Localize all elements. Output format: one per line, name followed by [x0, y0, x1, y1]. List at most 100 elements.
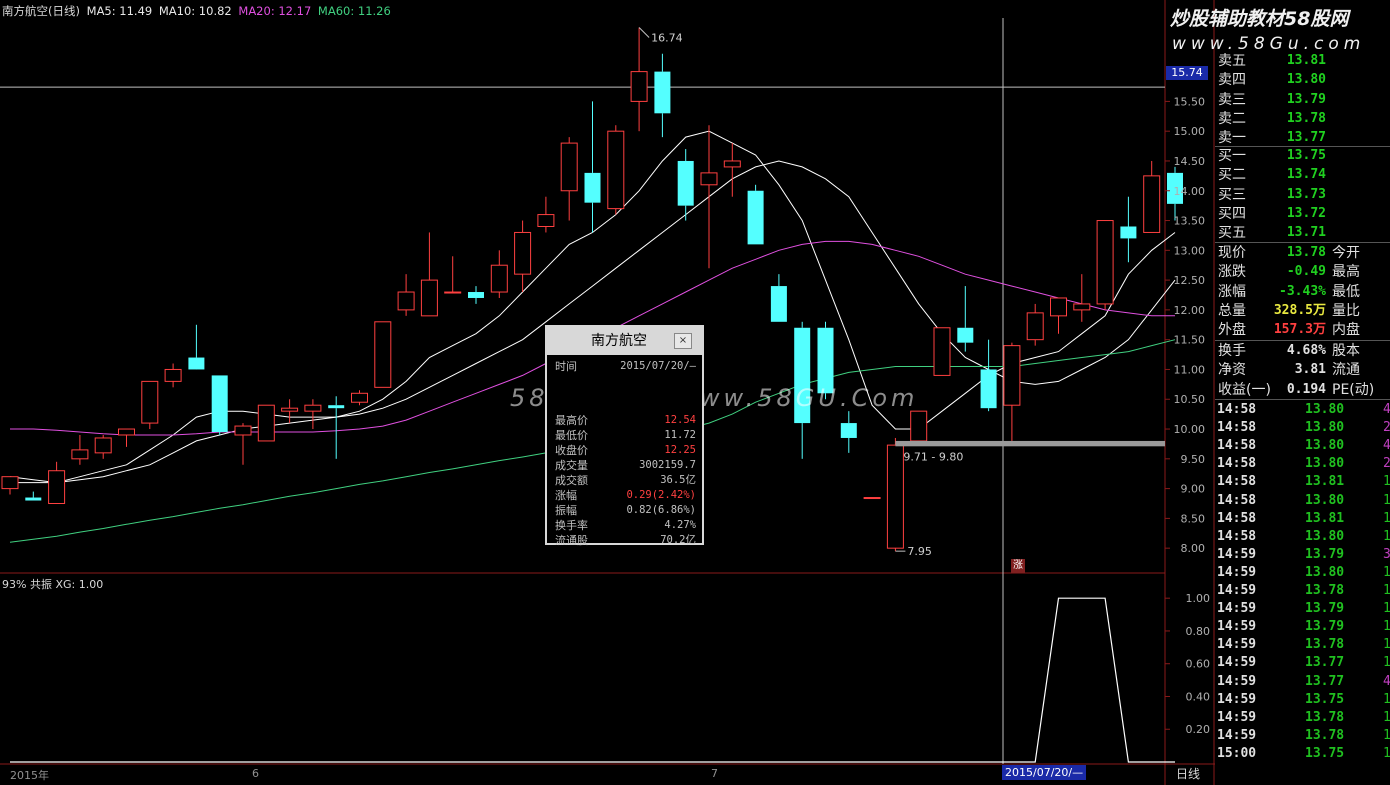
high-marker-line: [638, 27, 650, 38]
ask-price: 13.77: [1286, 130, 1326, 146]
tick-row: 14:59 13.79 1: [1215, 618, 1390, 636]
popup-row: 时间 2015/07/20/—: [547, 359, 702, 374]
popup-row-value: 3002159.7: [639, 459, 696, 471]
quote-divider: [1215, 399, 1390, 400]
tick-volume: 2: [1383, 420, 1390, 436]
candle-body-up: [910, 410, 928, 442]
popup-row: 成交额 36.5亿: [547, 473, 702, 488]
popup-close-button[interactable]: ×: [674, 333, 692, 349]
tick-price: 13.79: [1305, 619, 1345, 635]
candle-body-up: [514, 231, 532, 275]
tick-volume: 4: [1383, 402, 1390, 417]
tick-time: 14:58: [1217, 438, 1257, 454]
bid-label: 买四: [1218, 205, 1246, 222]
bid-row: 买一 13.75: [1215, 147, 1390, 165]
candle-body-down: [770, 286, 787, 322]
stat-label-secondary: 股本: [1332, 343, 1360, 359]
tick-row: 14:59 13.75 1: [1215, 691, 1390, 709]
period-button[interactable]: 日线: [1176, 765, 1200, 782]
ma5-label: MA5: 11.49: [86, 4, 153, 18]
tick-time: 14:58: [1217, 474, 1257, 490]
stat-label: 换手: [1218, 343, 1246, 359]
price-tick-label: 8.00: [1181, 542, 1206, 555]
popup-row: 流通股 70.2亿: [547, 533, 702, 548]
candle-body-up: [886, 444, 904, 549]
candle-body-down: [328, 405, 345, 409]
candle-body-up: [118, 428, 135, 436]
gap-label: 9.71 - 9.80: [903, 450, 963, 463]
popup-row-label: 时间: [555, 360, 577, 373]
stat-row: 涨幅 -3.43% 最低: [1215, 283, 1390, 301]
bar-info-popup[interactable]: 南方航空 × 时间 2015/07/20/— 最高价 12.54 最低价 11.72 收盘价…: [545, 325, 704, 548]
ask-price: 13.81: [1286, 53, 1326, 68]
xaxis-label-june: 6: [252, 767, 259, 780]
tick-time: 14:59: [1217, 583, 1257, 598]
ask-label: 卖五: [1218, 53, 1246, 69]
tick-price: 13.80: [1305, 420, 1345, 436]
tick-time: 15:00: [1217, 745, 1257, 761]
tick-price: 13.80: [1305, 438, 1345, 454]
stat-label-secondary: 流通: [1332, 362, 1360, 379]
stat-row: 净资 3.81 流通: [1215, 361, 1390, 379]
stat-value: 157.3万: [1273, 322, 1326, 338]
tick-price: 13.78: [1305, 583, 1345, 598]
candle-body-up: [420, 279, 438, 317]
candle-body-up: [304, 404, 322, 412]
tick-row: 14:58 13.81 1: [1215, 473, 1390, 491]
tick-row: 14:59 13.77 4: [1215, 673, 1390, 691]
tick-time: 14:58: [1217, 420, 1257, 436]
price-tick-label: 9.50: [1181, 453, 1206, 466]
stock-title[interactable]: 南方航空(日线): [2, 4, 80, 18]
stat-label-secondary: 今开: [1332, 245, 1360, 261]
gap-band: [895, 440, 1165, 447]
popup-row-label: 成交额: [555, 474, 588, 487]
stat-value: 3.81: [1294, 362, 1326, 378]
stat-label-secondary: 量比: [1332, 302, 1360, 319]
popup-row-label: 流通股: [555, 534, 588, 547]
stat-label: 涨幅: [1218, 283, 1246, 300]
cursor-date-label: 2015/07/20/—: [1002, 765, 1087, 780]
popup-row: 换手率 4.27%: [547, 518, 702, 533]
stat-label-secondary: 最低: [1332, 283, 1360, 300]
quote-panel: 卖五 13.81 卖四 13.80 卖三 13.79 卖二 13.78 卖一 13.77 买一 13.…: [1215, 0, 1390, 785]
tick-time: 14:59: [1217, 673, 1257, 689]
quote-divider: [1215, 242, 1390, 243]
tick-row: 14:59 13.77 1: [1215, 654, 1390, 672]
tick-price: 13.80: [1305, 402, 1345, 417]
price-tick-label: 12.50: [1174, 274, 1206, 287]
ma10-label: MA10: 10.82: [158, 4, 232, 18]
candle-body-down: [957, 327, 974, 343]
candle-body-up: [537, 214, 555, 227]
candle-body-up: [1073, 303, 1091, 311]
candle-body-up: [71, 449, 89, 460]
popup-row-label: 最高价: [555, 414, 588, 427]
candle-body-down: [468, 292, 484, 298]
tick-volume: 1: [1383, 492, 1390, 508]
ask-row: 卖三 13.79: [1215, 91, 1390, 109]
popup-row-label: 成交量: [555, 459, 588, 472]
popup-row-label: 最低价: [555, 429, 588, 442]
tick-volume: 1: [1383, 709, 1390, 725]
tick-row: 14:59 13.79 1: [1215, 600, 1390, 618]
tick-price: 13.78: [1305, 637, 1345, 653]
popup-row-value: 12.25: [664, 444, 696, 456]
tick-volume: 1: [1383, 474, 1390, 490]
candle-body-up: [164, 368, 182, 382]
candle-body-up: [1026, 312, 1044, 341]
tick-time: 14:58: [1217, 456, 1257, 472]
candle-body-down: [188, 357, 205, 370]
price-tick-label: 11.00: [1174, 363, 1206, 376]
bid-label: 买三: [1218, 186, 1246, 203]
stat-label: 外盘: [1218, 322, 1246, 339]
popup-row-value: 0.29(2.42%): [626, 489, 696, 501]
stat-label-secondary: 内盘: [1332, 322, 1360, 339]
tick-price: 13.81: [1305, 474, 1345, 490]
candle-body-up: [1096, 220, 1114, 305]
tick-price: 13.77: [1305, 655, 1345, 671]
candle-body-down: [584, 172, 601, 203]
ask-price: 13.78: [1286, 110, 1326, 126]
ask-label: 卖二: [1218, 110, 1246, 127]
popup-row-value: 4.27%: [664, 519, 696, 531]
tick-price: 13.80: [1305, 528, 1345, 544]
tick-volume: 1: [1383, 583, 1390, 598]
